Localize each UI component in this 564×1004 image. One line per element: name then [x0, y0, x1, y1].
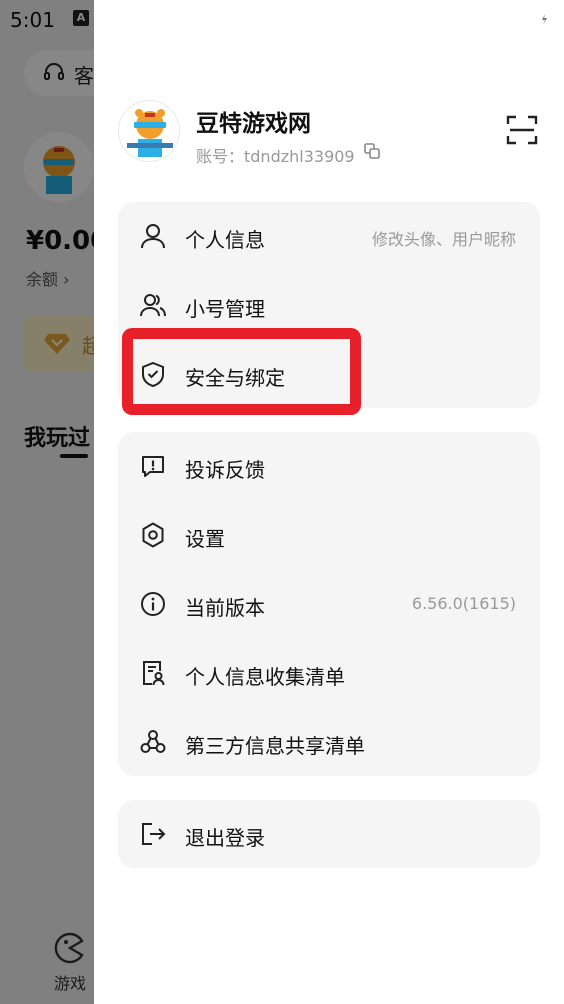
- menu-item-label: 个人信息收集清单: [185, 665, 345, 689]
- menu-item-personal-info[interactable]: 个人信息 修改头像、用户昵称: [118, 202, 540, 271]
- user-icon: [141, 224, 165, 249]
- menu-item-info-collection-list[interactable]: 个人信息收集清单: [118, 639, 540, 708]
- menu-item-version[interactable]: 当前版本 6.56.0(1615): [118, 570, 540, 639]
- document-icon: [143, 661, 165, 686]
- side-drawer: 豆特游戏网 账号：tdndzhl33909 个人信息 修改头像、用户昵称 小号管…: [94, 0, 564, 1004]
- menu-item-logout[interactable]: 退出登录: [118, 800, 540, 869]
- menu-item-label: 个人信息: [185, 228, 265, 252]
- menu-item-label: 退出登录: [185, 826, 265, 850]
- info-icon: [141, 592, 165, 616]
- status-icons: [476, 8, 549, 28]
- menu-item-label: 第三方信息共享清单: [185, 734, 365, 758]
- menu-item-settings[interactable]: 设置: [118, 501, 540, 570]
- version-number: 6.56.0(1615): [411, 594, 516, 613]
- menu-item-hint: 修改头像、用户昵称: [371, 230, 516, 249]
- menu-item-label: 投诉反馈: [185, 458, 265, 482]
- menu-item-third-party-sharing[interactable]: 第三方信息共享清单: [118, 708, 540, 777]
- menu-item-feedback[interactable]: 投诉反馈: [118, 432, 540, 501]
- feedback-icon: [142, 456, 164, 477]
- tiger-avatar-icon: [127, 109, 173, 157]
- profile-account: 账号：tdndzhl33909: [196, 147, 355, 166]
- copy-icon[interactable]: [364, 143, 380, 159]
- scan-icon[interactable]: [506, 114, 538, 146]
- highlight-box: [122, 328, 361, 415]
- profile-name: 豆特游戏网: [196, 111, 311, 137]
- logout-card: 退出登录: [118, 800, 540, 868]
- gear-icon: [142, 522, 164, 548]
- logout-icon: [142, 823, 166, 845]
- menu-item-label: 当前版本: [185, 596, 265, 620]
- share-icon: [140, 730, 166, 753]
- menu-item-label: 小号管理: [185, 297, 265, 321]
- profile-avatar[interactable]: [118, 100, 180, 162]
- users-icon: [140, 294, 166, 317]
- menu-item-label: 设置: [185, 527, 225, 551]
- general-menu-card: 投诉反馈 设置 当前版本 6.56.0(1615) 个人信息收集清单 第三方信息…: [118, 432, 540, 776]
